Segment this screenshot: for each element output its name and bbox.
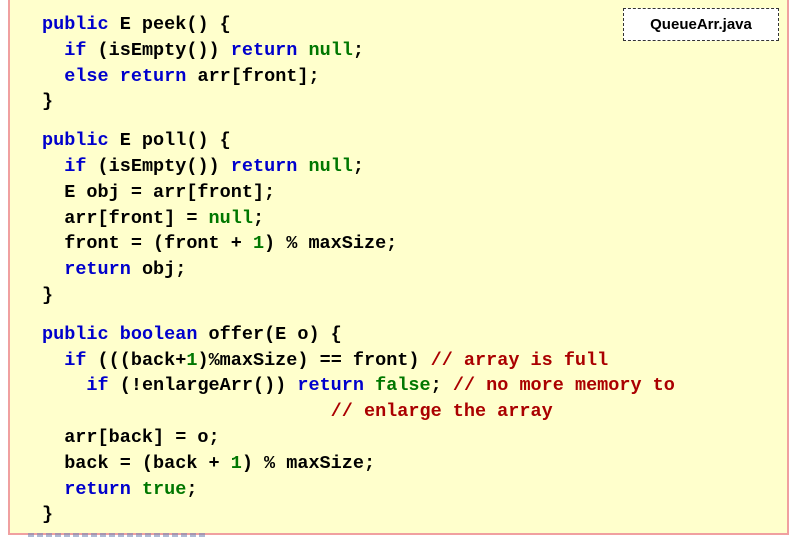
code-text: ; xyxy=(352,39,365,61)
keyword: public xyxy=(42,323,109,345)
keyword: if xyxy=(86,375,109,397)
code-text: ) % maxSize; xyxy=(241,452,376,474)
code-text: E poll() { xyxy=(108,130,231,152)
code-line-offer-signature: public boolean offer(E o) { xyxy=(42,322,675,348)
code-text: )%maxSize) == front) xyxy=(197,349,431,371)
keyword: if xyxy=(64,155,87,177)
code-text: E peek() { xyxy=(108,14,231,35)
code-line-poll-return: return obj; xyxy=(42,257,675,283)
code-text: offer(E o) { xyxy=(197,323,342,345)
keyword: return xyxy=(297,375,364,397)
code-text: arr[front]; xyxy=(186,65,320,87)
code-text: (!enlargeArr()) xyxy=(108,375,298,397)
keyword: return xyxy=(64,478,131,500)
code-line-poll-close: } xyxy=(42,284,54,306)
keyword: if xyxy=(64,39,87,61)
code-line-poll-null: arr[front] = null; xyxy=(42,206,675,232)
code-text: ; xyxy=(352,155,365,177)
literal: true xyxy=(141,478,187,500)
footer-strip xyxy=(28,533,208,537)
comment: // array is full xyxy=(430,349,609,371)
code-text: (isEmpty()) xyxy=(86,39,231,61)
code-line-offer-back: back = (back + 1) % maxSize; xyxy=(42,451,675,477)
code-text: ; xyxy=(430,375,453,397)
keyword: return xyxy=(119,65,187,87)
keyword: public xyxy=(42,14,109,35)
literal: false xyxy=(375,375,431,397)
code-line-peek-else: else return arr[front]; xyxy=(42,64,675,90)
literal: null xyxy=(308,155,353,177)
number-literal: 1 xyxy=(186,349,198,371)
code-text: obj; xyxy=(130,259,187,281)
code-text: ; xyxy=(186,478,198,500)
code-line-peek-signature: public E peek() { xyxy=(42,12,675,38)
code-text: front = (front + xyxy=(42,233,253,255)
code-text: (isEmpty()) xyxy=(86,155,231,177)
code-line-offer-close: } xyxy=(42,504,54,526)
comment: // no more memory to xyxy=(452,375,675,397)
keyword: public xyxy=(42,130,109,152)
comment: // enlarge the array xyxy=(330,401,553,423)
code-line-offer-return: return true; xyxy=(42,477,675,503)
code-text: (((back+ xyxy=(86,349,187,371)
keyword: boolean xyxy=(119,323,198,345)
code-line-peek-if: if (isEmpty()) return null; xyxy=(42,38,675,64)
literal: null xyxy=(308,39,353,61)
code-line-poll-if: if (isEmpty()) return null; xyxy=(42,154,675,180)
literal: null xyxy=(208,207,253,229)
code-line-offer-comment-cont: // enlarge the array xyxy=(42,399,675,425)
keyword: else xyxy=(64,65,109,87)
keyword: return xyxy=(230,155,298,177)
code-text: arr[front] = xyxy=(42,207,209,229)
code-text: ; xyxy=(252,207,265,229)
number-literal: 1 xyxy=(252,233,265,255)
number-literal: 1 xyxy=(230,452,242,474)
code-line-poll-signature: public E poll() { xyxy=(42,128,675,154)
code-block: public E peek() { if (isEmpty()) return … xyxy=(42,12,675,528)
keyword: if xyxy=(64,349,87,371)
code-panel: QueueArr.java public E peek() { if (isEm… xyxy=(8,0,789,535)
code-line-peek-close: } xyxy=(42,91,54,113)
code-line-offer-assign: arr[back] = o; xyxy=(42,426,220,448)
code-line-poll-obj: E obj = arr[front]; xyxy=(42,181,276,203)
keyword: return xyxy=(230,39,298,61)
code-text: ) % maxSize; xyxy=(264,233,398,255)
code-line-poll-front: front = (front + 1) % maxSize; xyxy=(42,231,675,257)
code-line-offer-if-full: if (((back+1)%maxSize) == front) // arra… xyxy=(42,348,675,374)
code-text: back = (back + xyxy=(42,452,231,474)
code-line-offer-if-enlarge: if (!enlargeArr()) return false; // no m… xyxy=(42,373,675,399)
keyword: return xyxy=(64,259,131,281)
